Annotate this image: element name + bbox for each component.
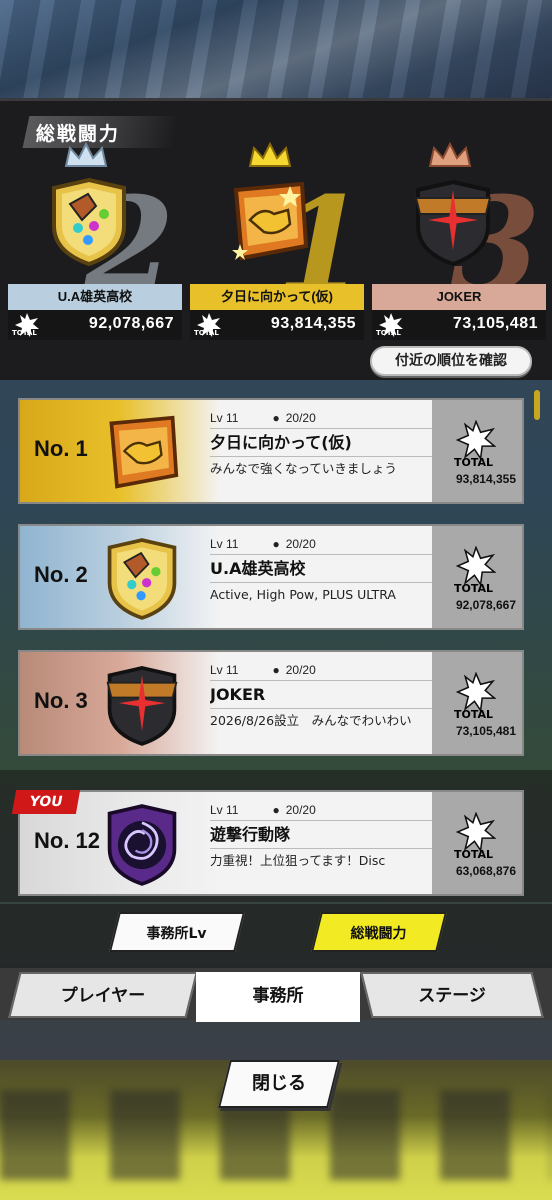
club-level: Lv 11 xyxy=(210,663,239,677)
member-count: 20/20 xyxy=(285,411,316,425)
background-top xyxy=(0,0,552,100)
rank-label: No. 2 xyxy=(34,562,88,587)
club-description: みんなで強くなっていきましょう xyxy=(210,456,436,480)
rank-3-name: JOKER xyxy=(372,284,546,310)
rank-2-name: U.A雄英高校 xyxy=(8,284,182,310)
member-count: 20/20 xyxy=(285,663,316,677)
ranking-row-you[interactable]: No. 12 Lv 11 ● 20/20 遊撃行動隊 力重視！上位狙ってます！Dis… xyxy=(18,790,524,896)
member-icon: ● xyxy=(272,537,280,551)
ranking-row-3[interactable]: No. 3 Lv 11 ● 20/20 JOKER 2026/8/26設立 みんなで… xyxy=(18,650,524,756)
rank-2-total-value: 92,078,667 xyxy=(88,315,174,332)
bronze-crown-icon xyxy=(428,141,472,167)
rank-1-total: TOTAL 93,814,355 xyxy=(190,310,364,340)
club-info: Lv 11 ● 20/20 JOKER 2026/8/26設立 みんなでわいわい xyxy=(210,660,436,750)
club-name: 遊撃行動隊 xyxy=(210,820,436,848)
total-label: TOTAL xyxy=(454,582,494,595)
total-label: TOTAL xyxy=(454,848,494,861)
total-label: TOTAL xyxy=(454,456,494,469)
handshake-emblem-icon xyxy=(232,181,309,261)
total-power-value: 93,814,355 xyxy=(455,472,516,486)
rank-2-total: TOTAL 92,078,667 xyxy=(8,310,182,340)
vortex-shield-emblem-icon xyxy=(107,804,177,886)
total-label: TOTAL xyxy=(194,329,219,337)
ranking-row-1[interactable]: No. 1 Lv 11 ● 20/20 夕日に向かって(仮) みんなで強くなっていき… xyxy=(18,398,524,504)
ua-shield-emblem-icon xyxy=(107,538,177,620)
total-power-value: 92,078,667 xyxy=(455,598,516,612)
total-label: TOTAL xyxy=(376,329,401,337)
club-description: 力重視！上位狙ってます！Disc xyxy=(210,848,436,872)
total-power-box: TOTAL 93,814,355 xyxy=(432,400,522,502)
tab-stage[interactable]: ステージ xyxy=(360,972,544,1018)
rank-3-total-value: 73,105,481 xyxy=(452,315,538,332)
rank-label: No. 1 xyxy=(34,436,88,461)
total-power-box: TOTAL 63,068,876 xyxy=(432,792,522,894)
gold-crown-icon xyxy=(248,141,292,167)
club-name: U.A雄英高校 xyxy=(210,554,436,582)
ua-shield-emblem-icon xyxy=(52,177,126,267)
total-power-box: TOTAL 92,078,667 xyxy=(432,526,522,628)
total-burst-icon xyxy=(456,546,496,586)
joker-shield-emblem-icon xyxy=(106,666,178,746)
rank-label: No. 12 xyxy=(34,828,101,853)
total-power-value: 73,105,481 xyxy=(455,724,516,738)
silver-crown-icon xyxy=(64,141,108,167)
club-level: Lv 11 xyxy=(210,537,239,551)
tab-player[interactable]: プレイヤー xyxy=(8,972,198,1018)
club-description: Active, High Pow, PLUS ULTRA xyxy=(210,582,436,606)
handshake-emblem-icon xyxy=(109,415,179,489)
club-info: Lv 11 ● 20/20 U.A雄英高校 Active, High Pow, PL… xyxy=(210,534,436,624)
total-power-value: 63,068,876 xyxy=(455,864,516,878)
office-level-toggle[interactable]: 事務所Lv xyxy=(109,912,245,952)
rank-3-total: TOTAL 73,105,481 xyxy=(372,310,546,340)
total-power-toggle[interactable]: 総戦闘力 xyxy=(311,912,447,952)
club-name: JOKER xyxy=(210,680,436,708)
club-info: Lv 11 ● 20/20 夕日に向かって(仮) みんなで強くなっていきましょう xyxy=(210,408,436,498)
total-label: TOTAL xyxy=(454,708,494,721)
club-level: Lv 11 xyxy=(210,411,239,425)
check-nearby-rank-button[interactable]: 付近の順位を確認 xyxy=(370,346,532,376)
club-info: Lv 11 ● 20/20 遊撃行動隊 力重視！上位狙ってます！Disc xyxy=(210,800,436,890)
tab-office[interactable]: 事務所 xyxy=(196,972,360,1022)
club-description: 2026/8/26設立 みんなでわいわい xyxy=(210,708,436,732)
member-icon: ● xyxy=(272,411,280,425)
podium-rank-3[interactable]: 3 JOKER TOTAL 73,105,481 xyxy=(368,140,546,340)
rank-1-name: 夕日に向かって(仮) xyxy=(190,284,364,310)
total-label: TOTAL xyxy=(12,329,37,337)
list-scrollbar[interactable] xyxy=(534,390,540,420)
podium-rank-1[interactable]: 1 夕日に向かって(仮) TOTAL 93,814,355 xyxy=(186,140,366,340)
rank-label: No. 3 xyxy=(34,688,88,713)
rank-1-total-value: 93,814,355 xyxy=(270,315,356,332)
club-name: 夕日に向かって(仮) xyxy=(210,428,436,456)
total-burst-icon xyxy=(456,812,496,852)
club-level: Lv 11 xyxy=(210,803,239,817)
close-button[interactable]: 閉じる xyxy=(218,1060,340,1108)
podium-rank-2[interactable]: 2 U.A雄英高校 TOTAL 92,078,667 xyxy=(4,140,182,340)
member-icon: ● xyxy=(272,663,280,677)
total-burst-icon xyxy=(456,420,496,460)
total-burst-icon xyxy=(456,672,496,712)
member-count: 20/20 xyxy=(285,803,316,817)
total-power-box: TOTAL 73,105,481 xyxy=(432,652,522,754)
you-badge: YOU xyxy=(11,790,81,814)
member-icon: ● xyxy=(272,803,280,817)
member-count: 20/20 xyxy=(285,537,316,551)
ranking-row-2[interactable]: No. 2 Lv 11 ● 20/20 U.A雄英高校 Active, High P… xyxy=(18,524,524,630)
joker-shield-emblem-icon xyxy=(414,179,492,267)
